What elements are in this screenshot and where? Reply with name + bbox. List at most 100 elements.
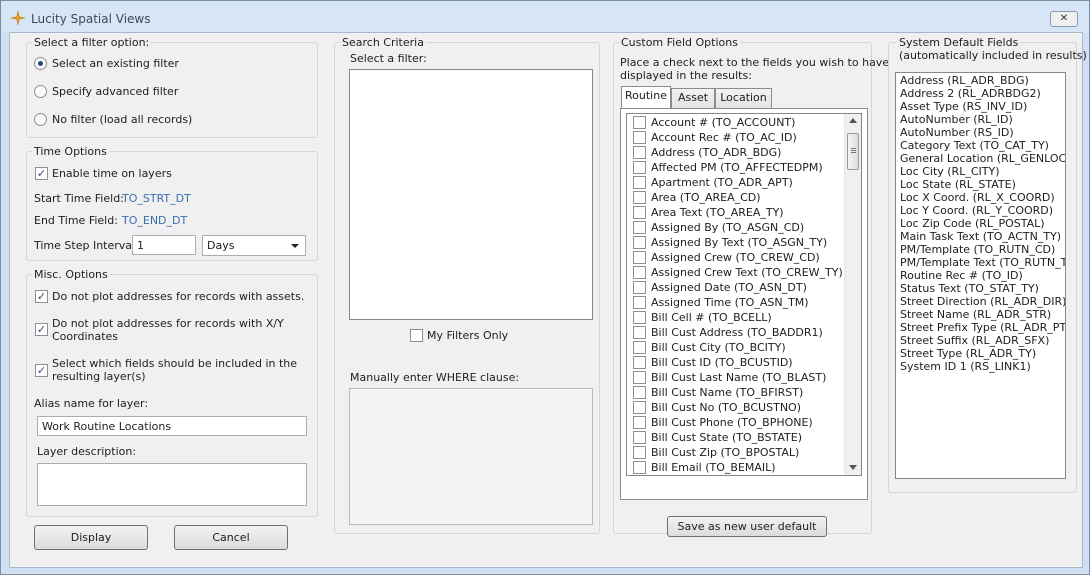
tab-routine[interactable]: Routine <box>621 86 671 108</box>
system-field-item: Asset Type (RS_INV_ID) <box>900 100 1028 113</box>
no-plot-assets-label[interactable]: Do not plot addresses for records with a… <box>52 290 304 303</box>
custom-field-checkbox[interactable] <box>633 281 646 294</box>
start-time-value[interactable]: TO_STRT_DT <box>122 192 191 205</box>
custom-field-label: Bill Cust Zip (TO_BPOSTAL) <box>651 446 800 459</box>
no-plot-assets-checkbox[interactable]: ✓ <box>35 290 48 303</box>
system-field-item: Street Type (RL_ADR_TY) <box>900 347 1037 360</box>
select-fields-checkbox[interactable]: ✓ <box>35 364 48 377</box>
tab-panel: Account # (TO_ACCOUNT) Account Rec # (TO_… <box>620 108 868 500</box>
system-field-item: PM/Template Text (TO_RUTN_TY) <box>900 256 1066 269</box>
time-step-unit-select[interactable]: Days <box>202 235 306 256</box>
custom-field-checkbox[interactable] <box>633 371 646 384</box>
select-fields-label-line2[interactable]: resulting layer(s) <box>52 370 146 383</box>
cancel-button[interactable]: Cancel <box>174 525 288 550</box>
system-field-list[interactable]: Address (RL_ADR_BDG) Address 2 (RL_ADRBDG… <box>895 72 1066 479</box>
radio-advanced-filter-label[interactable]: Specify advanced filter <box>52 85 178 98</box>
custom-field-checkbox[interactable] <box>633 266 646 279</box>
tab-asset[interactable]: Asset <box>671 88 715 108</box>
custom-field-checkbox[interactable] <box>633 341 646 354</box>
system-field-item: Loc Zip Code (RL_POSTAL) <box>900 217 1045 230</box>
display-button[interactable]: Display <box>34 525 148 550</box>
radio-existing-filter-label[interactable]: Select an existing filter <box>52 57 179 70</box>
radio-no-filter-label[interactable]: No filter (load all records) <box>52 113 192 126</box>
custom-field-checkbox[interactable] <box>633 386 646 399</box>
time-step-input[interactable]: 1 <box>132 235 196 255</box>
end-time-value[interactable]: TO_END_DT <box>122 214 187 227</box>
system-field-item: AutoNumber (RL_ID) <box>900 113 1013 126</box>
search-criteria-group: Search Criteria Select a filter: My Filt… <box>334 36 600 534</box>
scroll-down-icon[interactable] <box>849 465 857 470</box>
custom-field-label: Area (TO_AREA_CD) <box>651 191 761 204</box>
system-field-item: Address (RL_ADR_BDG) <box>900 74 1029 87</box>
system-default-subtitle: (automatically included in results) <box>899 49 1087 62</box>
custom-field-checkbox[interactable] <box>633 461 646 474</box>
custom-field-checkbox[interactable] <box>633 416 646 429</box>
start-time-label: Start Time Field: <box>34 192 124 205</box>
radio-no-filter[interactable] <box>34 113 47 126</box>
custom-field-checkbox[interactable] <box>633 161 646 174</box>
custom-field-checkbox[interactable] <box>633 236 646 249</box>
alias-input[interactable]: Work Routine Locations <box>37 416 307 436</box>
field-list-scrollbar[interactable] <box>844 114 861 475</box>
time-step-label: Time Step Interval: <box>34 239 139 252</box>
custom-field-checkbox[interactable] <box>633 251 646 264</box>
dialog-window: Lucity Spatial Views ✕ Select a filter o… <box>0 0 1090 575</box>
custom-field-checkbox[interactable] <box>633 431 646 444</box>
custom-field-checkbox[interactable] <box>633 311 646 324</box>
my-filters-only-checkbox[interactable] <box>410 329 423 342</box>
tab-strip: Routine Asset Location <box>621 86 869 110</box>
app-logo-icon <box>10 10 26 26</box>
custom-field-label: Assigned Crew Text (TO_CREW_TY) <box>651 266 843 279</box>
custom-field-label: Account # (TO_ACCOUNT) <box>651 116 796 129</box>
custom-field-label: Bill Cust Last Name (TO_BLAST) <box>651 371 827 384</box>
system-field-item: PM/Template (TO_RUTN_CD) <box>900 243 1056 256</box>
custom-field-checkbox[interactable] <box>633 116 646 129</box>
select-fields-label-line1[interactable]: Select which fields should be included i… <box>52 357 297 370</box>
layer-description-input[interactable] <box>37 463 307 506</box>
end-time-label: End Time Field: <box>34 214 118 227</box>
custom-field-checkbox[interactable] <box>633 356 646 369</box>
scroll-up-icon[interactable] <box>849 118 857 123</box>
custom-field-checkbox[interactable] <box>633 446 646 459</box>
custom-field-label: Assigned By (TO_ASGN_CD) <box>651 221 805 234</box>
custom-field-checkbox[interactable] <box>633 191 646 204</box>
custom-field-checkbox[interactable] <box>633 401 646 414</box>
custom-field-checkbox[interactable] <box>633 176 646 189</box>
misc-options-group: Misc. Options ✓ Do not plot addresses fo… <box>26 268 318 517</box>
custom-field-checkbox[interactable] <box>633 146 646 159</box>
custom-field-checkbox[interactable] <box>633 326 646 339</box>
no-plot-xy-label-line2[interactable]: Coordinates <box>52 330 118 343</box>
system-field-item: Status Text (TO_STAT_TY) <box>900 282 1039 295</box>
no-plot-xy-label-line1[interactable]: Do not plot addresses for records with X… <box>52 317 284 330</box>
filter-option-group: Select a filter option: Select an existi… <box>26 36 318 138</box>
where-clause-input[interactable] <box>349 388 593 525</box>
custom-field-checkbox[interactable] <box>633 221 646 234</box>
filter-list[interactable] <box>349 69 593 320</box>
system-field-item: Loc Y Coord. (RL_Y_COORD) <box>900 204 1054 217</box>
radio-existing-filter[interactable] <box>34 57 47 70</box>
chevron-down-icon <box>291 244 299 248</box>
no-plot-xy-checkbox[interactable]: ✓ <box>35 323 48 336</box>
custom-field-checkbox[interactable] <box>633 131 646 144</box>
scroll-thumb[interactable] <box>847 133 859 170</box>
tab-location[interactable]: Location <box>715 88 772 108</box>
select-filter-label: Select a filter: <box>350 52 427 65</box>
system-field-item: AutoNumber (RS_ID) <box>900 126 1014 139</box>
enable-time-label[interactable]: Enable time on layers <box>52 167 172 180</box>
enable-time-checkbox[interactable]: ✓ <box>35 167 48 180</box>
radio-advanced-filter[interactable] <box>34 85 47 98</box>
custom-field-checkbox[interactable] <box>633 296 646 309</box>
alias-label: Alias name for layer: <box>34 397 149 410</box>
system-field-item: Main Task Text (TO_ACTN_TY) <box>900 230 1062 243</box>
my-filters-only-label[interactable]: My Filters Only <box>427 329 508 342</box>
close-button[interactable]: ✕ <box>1050 11 1078 27</box>
save-default-button[interactable]: Save as new user default <box>667 516 827 537</box>
title-bar: Lucity Spatial Views ✕ <box>1 1 1089 33</box>
custom-field-checkbox[interactable] <box>633 206 646 219</box>
filter-option-title: Select a filter option: <box>32 36 152 49</box>
custom-field-label: Assigned By Text (TO_ASGN_TY) <box>651 236 828 249</box>
search-criteria-title: Search Criteria <box>340 36 426 49</box>
custom-field-list[interactable]: Account # (TO_ACCOUNT) Account Rec # (TO_… <box>626 113 862 476</box>
dialog-body: Select a filter option: Select an existi… <box>9 32 1087 568</box>
custom-field-label: Apartment (TO_ADR_APT) <box>651 176 793 189</box>
